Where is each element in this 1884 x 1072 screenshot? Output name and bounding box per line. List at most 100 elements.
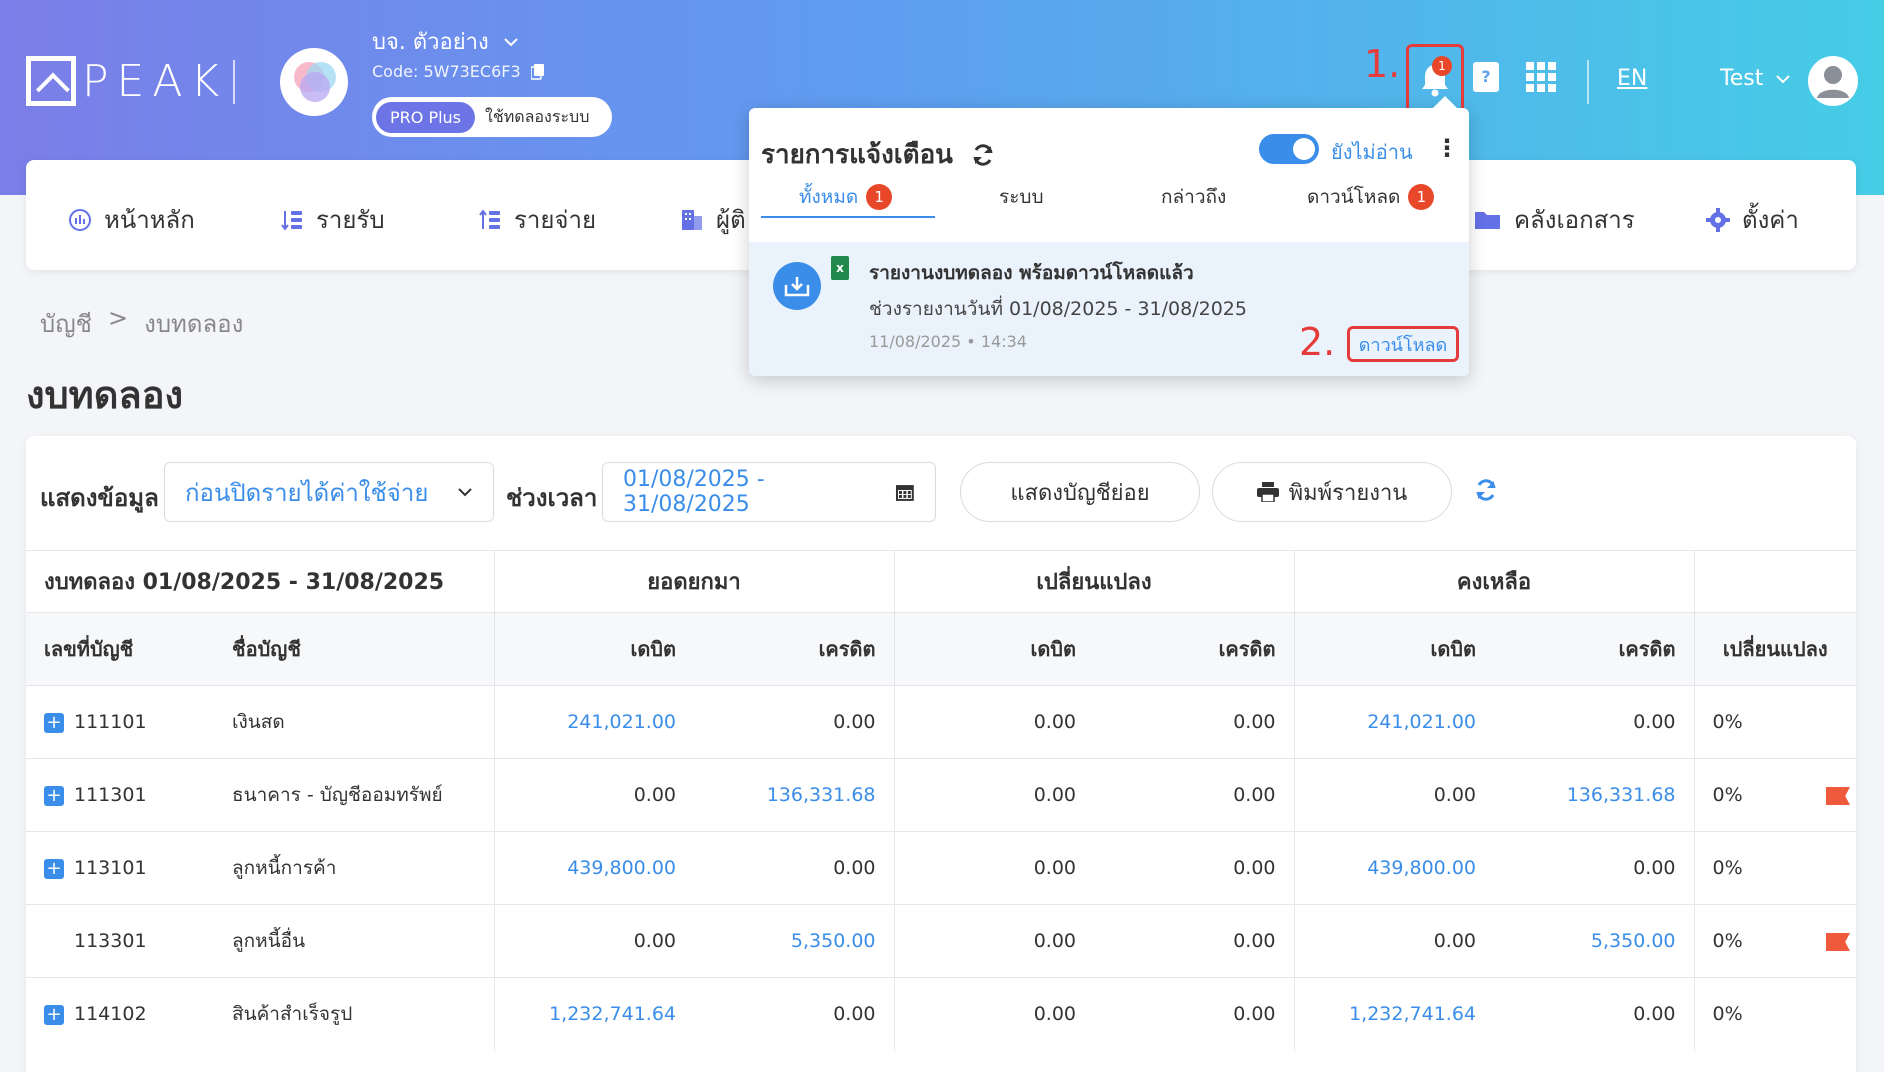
cell-credit: 0.00: [1094, 685, 1294, 759]
company-switcher[interactable]: บจ. ตัวอย่าง: [372, 24, 519, 59]
cell-account-name: สินค้าสำเร็จรูป: [214, 977, 494, 1051]
col-debit[interactable]: เดบิต: [1293, 612, 1494, 686]
cell-credit: 0.00: [1094, 977, 1294, 1051]
cell-credit: 0.00: [1494, 685, 1694, 759]
col-credit[interactable]: เครดิต: [1094, 612, 1294, 686]
table-row[interactable]: +114102 สินค้าสำเร็จรูป 1,232,741.64 0.00 0.…: [26, 977, 1856, 1051]
account-code: 111101: [74, 711, 147, 733]
tab-label: ดาวน์โหลด: [1307, 186, 1401, 208]
cell-debit[interactable]: 241,021.00: [493, 685, 694, 759]
nav-item-documents[interactable]: คลังเอกสาร: [1474, 200, 1635, 239]
bell-count-badge: 1: [1432, 56, 1452, 76]
show-sub-accounts-label: แสดงบัญชีย่อย: [1010, 480, 1150, 506]
col-debit[interactable]: เดบิต: [493, 612, 694, 686]
col-account-name[interactable]: ชื่อบัญชี: [214, 612, 494, 686]
expand-plus-icon[interactable]: +: [44, 858, 64, 879]
income-icon: [281, 210, 302, 231]
table-row[interactable]: 113301 ลูกหนี้อื่น 0.00 5,350.00 0.00 0.00 0.0…: [26, 904, 1856, 978]
company-name: บจ. ตัวอย่าง: [372, 30, 489, 55]
cell-credit: 0.00: [1494, 831, 1694, 905]
show-data-value: ก่อนปิดรายได้ค่าใช้จ่าย: [185, 478, 429, 507]
cell-debit[interactable]: 439,800.00: [1293, 831, 1494, 905]
peak-logo[interactable]: PEAK: [26, 55, 227, 107]
cell-debit: 0.00: [1293, 904, 1494, 978]
nav-item-home[interactable]: หน้าหลัก: [68, 200, 195, 239]
cell-debit[interactable]: 241,021.00: [1293, 685, 1494, 759]
cell-debit[interactable]: 439,800.00: [493, 831, 694, 905]
help-book-icon[interactable]: ?: [1470, 60, 1502, 94]
cell-debit[interactable]: 1,232,741.64: [493, 977, 694, 1051]
cell-credit[interactable]: 5,350.00: [694, 904, 894, 978]
cell-debit: 0.00: [493, 758, 694, 832]
cell-credit[interactable]: 5,350.00: [1494, 904, 1694, 978]
unread-toggle[interactable]: [1259, 134, 1319, 164]
table-row[interactable]: +111101 เงินสด 241,021.00 0.00 0.00 0.00 241,0…: [26, 685, 1856, 759]
tab-system[interactable]: ระบบ: [999, 182, 1044, 212]
nav-item-income[interactable]: รายรับ: [280, 200, 385, 239]
cell-credit[interactable]: 136,331.68: [1494, 758, 1694, 832]
col-debit[interactable]: เดบิต: [893, 612, 1094, 686]
cell-change: 0%: [1693, 685, 1856, 759]
table-title: งบทดลอง 01/08/2025 - 31/08/2025: [26, 550, 494, 613]
show-data-select[interactable]: ก่อนปิดรายได้ค่าใช้จ่าย: [164, 462, 494, 522]
col-credit[interactable]: เครดิต: [1494, 612, 1694, 686]
svg-text:?: ?: [1481, 67, 1490, 86]
chevron-down-icon: [458, 488, 472, 497]
print-report-button[interactable]: พิมพ์รายงาน: [1212, 462, 1452, 522]
cell-account-name: ธนาคาร - บัญชีออมทรัพย์: [214, 758, 494, 832]
expand-plus-icon[interactable]: +: [44, 785, 64, 806]
language-switch[interactable]: EN: [1617, 66, 1647, 91]
cell-credit[interactable]: 136,331.68: [694, 758, 894, 832]
col-account-code[interactable]: เลขที่บัญชี: [26, 612, 214, 686]
notification-dropdown: รายการแจ้งเตือน ยังไม่อ่าน ⋮ ทั้งหมด 1 ร…: [749, 96, 1469, 376]
logo-mark-icon: [26, 56, 76, 106]
col-change[interactable]: เปลี่ยนแปลง: [1693, 612, 1856, 686]
plan-pill[interactable]: PRO Plus ใช้ทดลองระบบ: [372, 97, 612, 137]
flag-icon: [1826, 933, 1850, 951]
tab-downloads[interactable]: ดาวน์โหลด 1: [1307, 182, 1435, 212]
contacts-icon: [682, 209, 702, 230]
notification-item-time: 11/08/2025 • 14:34: [869, 332, 1027, 351]
user-name: Test: [1720, 66, 1764, 91]
company-code-text: Code: 5W73EC6F3: [372, 62, 521, 81]
cell-debit[interactable]: 1,232,741.64: [1293, 977, 1494, 1051]
refresh-icon[interactable]: [971, 143, 995, 167]
expand-plus-icon[interactable]: +: [44, 1004, 64, 1025]
cell-credit: 0.00: [1094, 758, 1294, 832]
breadcrumb-root[interactable]: บัญชี: [40, 304, 92, 343]
company-logo: [280, 48, 348, 116]
user-avatar-icon[interactable]: [1808, 56, 1858, 106]
tab-mentions[interactable]: กล่าวถึง: [1161, 182, 1226, 212]
account-code: 113101: [74, 857, 147, 879]
apps-grid-icon[interactable]: [1524, 60, 1558, 94]
user-menu[interactable]: Test: [1720, 66, 1791, 91]
nav-item-settings[interactable]: ตั้งค่า: [1706, 200, 1799, 239]
period-date-range[interactable]: 01/08/2025 - 31/08/2025: [602, 462, 936, 522]
gear-icon: [1706, 207, 1730, 232]
plan-badge: PRO Plus: [376, 101, 476, 133]
copy-icon[interactable]: [530, 63, 545, 80]
notification-item[interactable]: x รายงานงบทดลอง พร้อมดาวน์โหลดแล้ว ช่วงร…: [749, 242, 1469, 376]
notification-title: รายการแจ้งเตือน: [761, 140, 953, 170]
nav-item-contacts[interactable]: ผู้ติ: [680, 200, 746, 239]
show-sub-accounts-button[interactable]: แสดงบัญชีย่อย: [960, 462, 1200, 522]
refresh-icon[interactable]: [1474, 478, 1498, 502]
table-row[interactable]: +113101 ลูกหนี้การค้า 439,800.00 0.00 0.00 0.…: [26, 831, 1856, 905]
expand-plus-icon[interactable]: +: [44, 712, 64, 733]
tab-all[interactable]: ทั้งหมด 1: [799, 182, 893, 212]
change-percent: 0%: [1712, 711, 1743, 733]
table-row[interactable]: +111301 ธนาคาร - บัญชีออมทรัพย์ 0.00 136,33…: [26, 758, 1856, 832]
group-balance: คงเหลือ: [1293, 550, 1694, 613]
col-credit[interactable]: เครดิต: [694, 612, 894, 686]
cell-credit: 0.00: [694, 685, 894, 759]
download-link[interactable]: ดาวน์โหลด: [1347, 326, 1459, 362]
group-movement: เปลี่ยนแปลง: [893, 550, 1294, 613]
cell-credit: 0.00: [1094, 831, 1294, 905]
excel-file-icon: x: [831, 256, 849, 280]
nav-item-expense[interactable]: รายจ่าย: [478, 200, 596, 239]
cell-debit: 0.00: [893, 685, 1094, 759]
dashboard-icon: [69, 208, 91, 231]
more-options-icon[interactable]: ⋮: [1435, 134, 1459, 162]
flag-icon: [1826, 787, 1850, 805]
download-tray-icon: [773, 262, 821, 310]
